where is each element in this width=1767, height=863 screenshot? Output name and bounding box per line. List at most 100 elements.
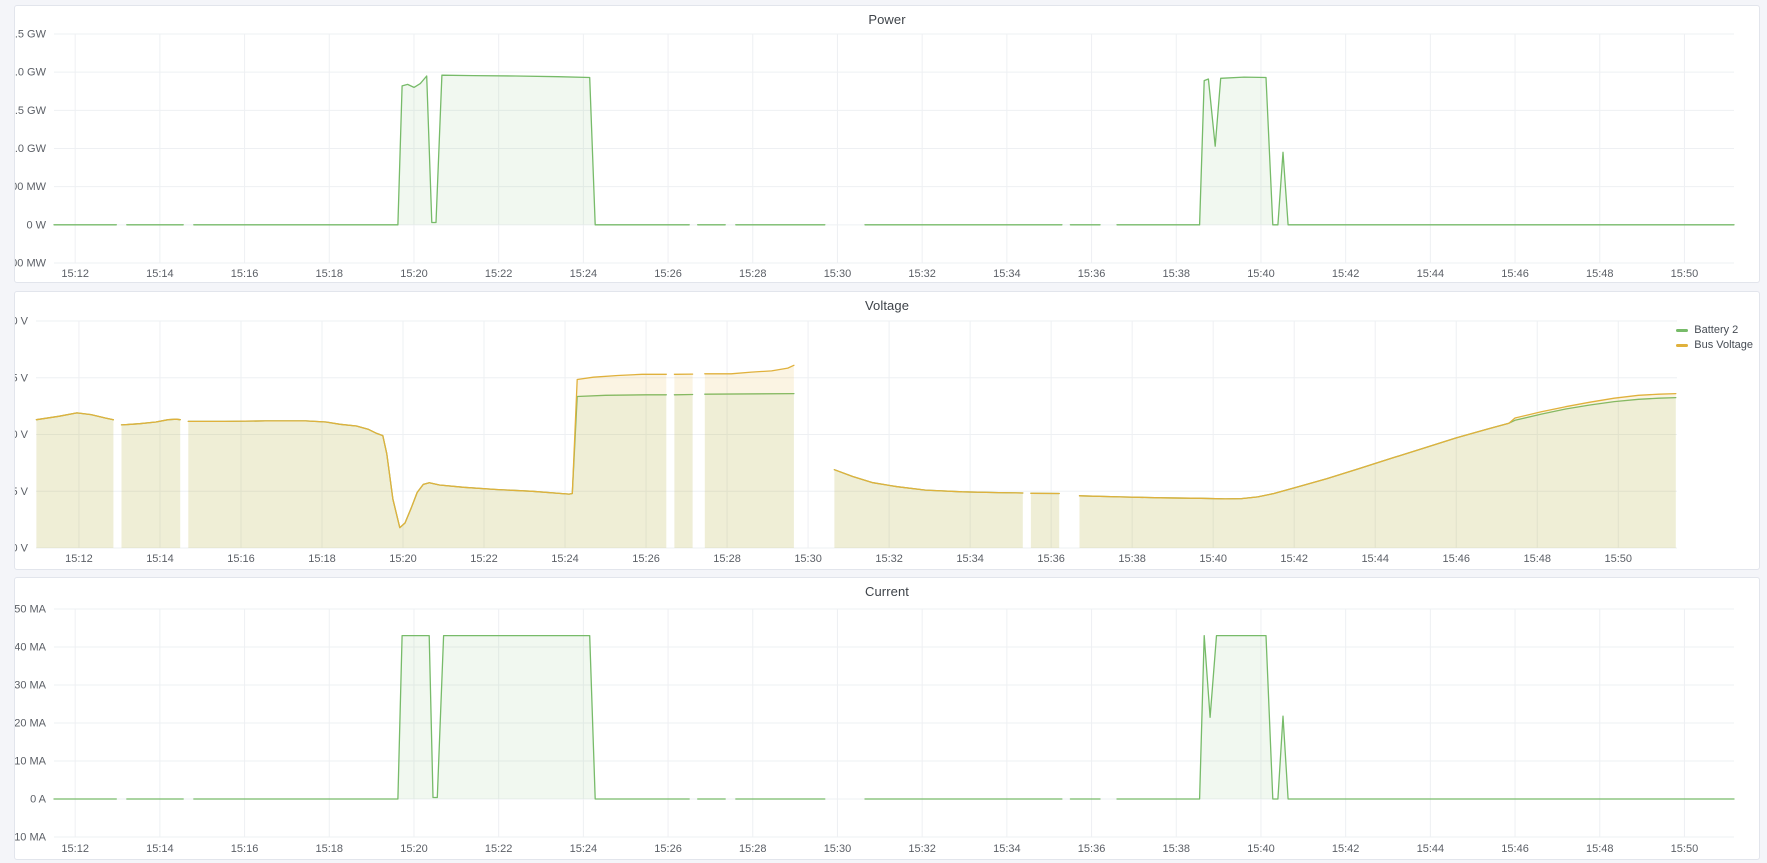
x-tick-label: 15:40 — [1199, 553, 1227, 565]
series-area — [1080, 394, 1676, 548]
y-tick-label: 50 MA — [15, 604, 47, 616]
x-tick-label: 15:18 — [308, 553, 336, 565]
x-tick-label: 15:28 — [713, 553, 741, 565]
legend-item-bus-voltage[interactable]: Bus Voltage — [1676, 339, 1753, 351]
x-tick-label: 15:26 — [632, 553, 660, 565]
x-tick-label: 15:32 — [875, 553, 903, 565]
y-tick-label: -10 MA — [15, 832, 47, 844]
x-tick-label: 15:38 — [1162, 843, 1190, 855]
x-tick-label: 15:42 — [1332, 268, 1360, 280]
x-tick-label: 15:50 — [1604, 553, 1632, 565]
current-panel-title: Current — [15, 578, 1759, 604]
x-tick-label: 15:18 — [316, 843, 344, 855]
x-tick-label: 15:50 — [1671, 268, 1699, 280]
x-tick-label: 15:46 — [1442, 553, 1470, 565]
x-tick-label: 15:26 — [654, 843, 682, 855]
x-tick-label: 15:42 — [1280, 553, 1308, 565]
x-tick-label: 15:30 — [794, 553, 822, 565]
x-tick-label: 15:16 — [231, 268, 259, 280]
series-area — [194, 636, 689, 799]
current-plot[interactable]: 50 MA 40 MA 30 MA 20 MA 10 MA 0 A -10 MA 15:12 1… — [15, 578, 1761, 861]
legend-swatch-icon — [1676, 344, 1688, 347]
y-tick-label: 40 V — [15, 543, 29, 555]
series-area — [122, 419, 181, 548]
legend-label: Bus Voltage — [1694, 339, 1753, 351]
series-area — [188, 374, 666, 548]
voltage-plot[interactable]: 60 V55 V50 V45 V40 V15:1215:1415:1615:18… — [15, 292, 1761, 571]
x-tick-label: 15:34 — [956, 553, 984, 565]
y-tick-label: 45 V — [15, 486, 29, 498]
x-tick-label: 15:46 — [1501, 843, 1529, 855]
y-tick-label: 30 MA — [15, 680, 47, 692]
x-tick-label: 15:50 — [1671, 843, 1699, 855]
x-tick-label: 15:30 — [824, 268, 852, 280]
x-tick-label: 15:32 — [908, 268, 936, 280]
x-tick-label: 15:12 — [65, 553, 93, 565]
x-tick-label: 15:36 — [1078, 268, 1106, 280]
y-tick-label: 2.0 GW — [15, 67, 47, 79]
legend-label: Battery 2 — [1694, 324, 1738, 336]
x-tick-label: 15:36 — [1078, 843, 1106, 855]
x-tick-label: 15:28 — [739, 843, 767, 855]
x-tick-label: 15:24 — [551, 553, 579, 565]
x-tick-label: 15:40 — [1247, 268, 1275, 280]
power-panel: Power 2.5 GW2.0 GW1.5 GW1.0 GW500 MW0 W-… — [14, 5, 1760, 283]
x-tick-label: 15:22 — [485, 268, 513, 280]
x-tick-label: 15:28 — [739, 268, 767, 280]
x-tick-label: 15:22 — [470, 553, 498, 565]
x-tick-label: 15:24 — [570, 268, 598, 280]
x-tick-label: 15:36 — [1037, 553, 1065, 565]
current-panel: Current 50 MA 40 MA 30 MA 20 MA 10 MA 0 A -10 … — [14, 577, 1760, 860]
y-tick-label: 0 A — [30, 794, 47, 806]
x-tick-label: 15:46 — [1501, 268, 1529, 280]
x-tick-label: 15:44 — [1417, 843, 1445, 855]
voltage-panel: Voltage 60 V55 V50 V45 V40 V15:1215:1415… — [14, 291, 1760, 570]
x-tick-label: 15:44 — [1361, 553, 1389, 565]
x-tick-label: 15:14 — [146, 843, 174, 855]
x-tick-label: 15:16 — [231, 843, 259, 855]
y-tick-label: 20 MA — [15, 718, 47, 730]
legend-item-battery-2[interactable]: Battery 2 — [1676, 324, 1753, 336]
series-area — [834, 470, 1022, 548]
x-tick-label: 15:12 — [61, 843, 89, 855]
x-tick-label: 15:38 — [1162, 268, 1190, 280]
x-tick-label: 15:16 — [227, 553, 255, 565]
x-tick-label: 15:14 — [146, 268, 174, 280]
x-tick-label: 15:20 — [400, 843, 428, 855]
x-tick-label: 15:20 — [389, 553, 417, 565]
voltage-panel-title: Voltage — [15, 292, 1759, 318]
x-tick-label: 15:12 — [61, 268, 89, 280]
x-tick-label: 15:34 — [993, 843, 1021, 855]
x-tick-label: 15:40 — [1247, 843, 1275, 855]
legend-swatch-icon — [1676, 329, 1688, 332]
y-tick-label: 0 W — [26, 219, 46, 231]
series-area — [1117, 77, 1734, 225]
x-tick-label: 15:38 — [1118, 553, 1146, 565]
x-tick-label: 15:22 — [485, 843, 513, 855]
x-tick-label: 15:48 — [1523, 553, 1551, 565]
series-area — [674, 374, 692, 548]
x-tick-label: 15:20 — [400, 268, 428, 280]
y-tick-label: 40 MA — [15, 642, 47, 654]
x-tick-label: 15:42 — [1332, 843, 1360, 855]
x-tick-label: 15:30 — [824, 843, 852, 855]
y-tick-label: 10 MA — [15, 756, 47, 768]
x-tick-label: 15:18 — [316, 268, 344, 280]
x-tick-label: 15:14 — [146, 553, 174, 565]
x-tick-label: 15:44 — [1417, 268, 1445, 280]
series-area — [705, 365, 794, 548]
x-tick-label: 15:26 — [654, 268, 682, 280]
x-tick-label: 15:32 — [908, 843, 936, 855]
voltage-legend: Battery 2 Bus Voltage — [1676, 324, 1753, 351]
y-tick-label: 1.0 GW — [15, 143, 47, 155]
series-area — [36, 413, 113, 548]
y-tick-label: 500 MW — [15, 181, 47, 193]
power-plot[interactable]: 2.5 GW2.0 GW1.5 GW1.0 GW500 MW0 W-500 MW… — [15, 6, 1761, 284]
y-tick-label: -500 MW — [15, 258, 47, 270]
x-tick-label: 15:24 — [570, 843, 598, 855]
x-tick-label: 15:34 — [993, 268, 1021, 280]
y-tick-label: 50 V — [15, 429, 29, 441]
x-tick-label: 15:48 — [1586, 268, 1614, 280]
series-area — [1031, 493, 1059, 548]
x-tick-label: 15:48 — [1586, 843, 1614, 855]
